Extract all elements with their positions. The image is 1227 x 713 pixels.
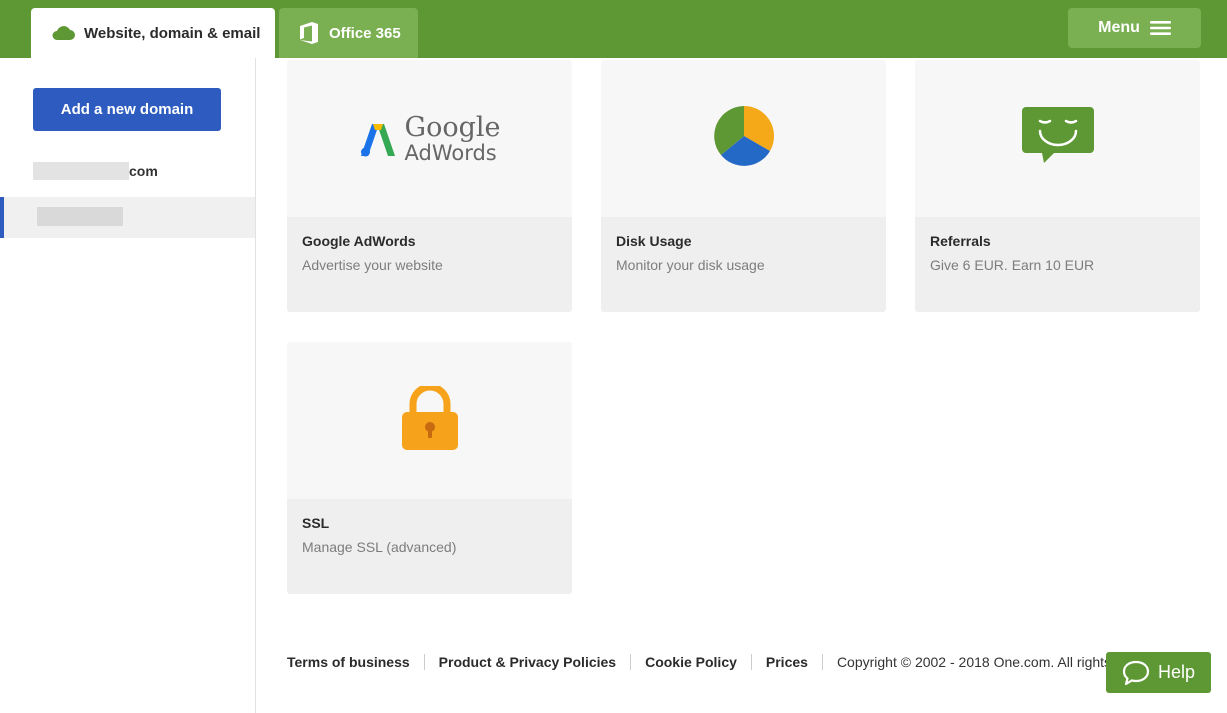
card-google-adwords[interactable]: Google AdWords Google AdWords Advertise …	[287, 60, 572, 312]
footer-copyright: Copyright © 2002 - 2018 One.com. All rig…	[836, 654, 1147, 670]
help-button[interactable]: Help	[1106, 652, 1211, 693]
card-title: SSL	[302, 515, 330, 531]
card-subtitle: Manage SSL (advanced)	[302, 539, 457, 555]
footer-link-prices[interactable]: Prices	[766, 654, 823, 670]
card-image-area	[915, 60, 1200, 217]
office-icon	[298, 21, 320, 45]
card-disk-usage[interactable]: Disk Usage Monitor your disk usage	[601, 60, 886, 312]
card-ssl[interactable]: SSL Manage SSL (advanced)	[287, 342, 572, 594]
card-subtitle: Give 6 EUR. Earn 10 EUR	[930, 257, 1095, 273]
tab-website-label: Website, domain & email	[84, 24, 261, 42]
tab-website-domain-email[interactable]: Website, domain & email	[31, 8, 275, 58]
card-text-area: SSL Manage SSL (advanced)	[287, 499, 572, 594]
card-text-area: Referrals Give 6 EUR. Earn 10 EUR	[915, 217, 1200, 312]
tab-office-label: Office 365	[329, 24, 401, 42]
footer-link-terms[interactable]: Terms of business	[287, 654, 425, 670]
menu-label: Menu	[1098, 19, 1140, 36]
card-text-area: Disk Usage Monitor your disk usage	[601, 217, 886, 312]
card-title: Google AdWords	[302, 233, 416, 249]
sidebar: Add a new domain com	[0, 58, 256, 713]
smiley-chat-icon	[1021, 107, 1094, 170]
tab-office-365[interactable]: Office 365	[279, 8, 418, 58]
card-subtitle: Monitor your disk usage	[616, 257, 765, 273]
redacted-domain-name	[33, 162, 129, 180]
sidebar-domain-item-selected[interactable]	[0, 197, 255, 238]
top-bar: Website, domain & email Office 365 Menu	[0, 0, 1227, 58]
hamburger-icon	[1149, 20, 1171, 36]
card-image-area	[601, 60, 886, 217]
redacted-domain-name	[37, 207, 123, 226]
card-subtitle: Advertise your website	[302, 257, 443, 273]
menu-button[interactable]: Menu	[1068, 8, 1201, 48]
footer-link-cookie[interactable]: Cookie Policy	[645, 654, 752, 670]
card-title: Referrals	[930, 233, 991, 249]
card-title: Disk Usage	[616, 233, 692, 249]
padlock-icon	[401, 383, 459, 455]
logo-adwords-text: AdWords	[404, 140, 497, 165]
card-referrals[interactable]: Referrals Give 6 EUR. Earn 10 EUR	[915, 60, 1200, 312]
adwords-icon	[360, 123, 395, 156]
help-label: Help	[1157, 662, 1196, 682]
domain-suffix: com	[129, 163, 158, 179]
logo-google-text: Google	[404, 111, 501, 143]
selected-indicator	[0, 197, 4, 238]
add-domain-button[interactable]: Add a new domain	[33, 88, 221, 131]
sidebar-domain-item[interactable]: com	[0, 154, 255, 188]
card-image-area: Google AdWords	[287, 60, 572, 217]
cloud-icon	[51, 25, 75, 41]
google-adwords-logo: Google AdWords	[359, 111, 501, 165]
card-text-area: Google AdWords Advertise your website	[287, 217, 572, 312]
chat-bubble-icon	[1122, 660, 1150, 686]
footer-link-privacy[interactable]: Product & Privacy Policies	[439, 654, 632, 670]
footer: Terms of business Product & Privacy Poli…	[287, 652, 1147, 672]
pie-chart-icon	[713, 105, 775, 172]
card-image-area	[287, 342, 572, 499]
